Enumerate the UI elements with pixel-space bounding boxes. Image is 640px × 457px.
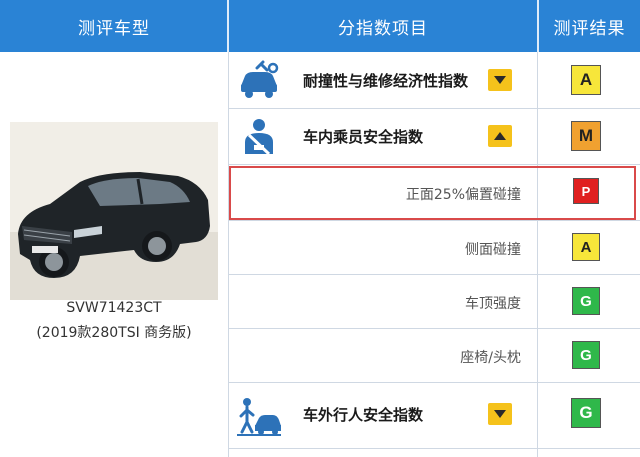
index-row-pedestrian: 车外行人安全指数 bbox=[229, 382, 537, 448]
sub-item-label: 座椅/头枕 bbox=[460, 350, 521, 366]
grade-badge: A bbox=[571, 65, 601, 95]
chevron-up-icon bbox=[494, 132, 506, 140]
result-cell: G bbox=[538, 382, 640, 448]
sub-item-row: 侧面碰撞 bbox=[229, 220, 537, 274]
header-index-items: 分指数项目 bbox=[338, 18, 428, 39]
grade-badge: G bbox=[572, 341, 600, 369]
result-cell: A bbox=[538, 220, 640, 274]
chevron-down-icon bbox=[494, 410, 506, 418]
result-cell: G bbox=[538, 274, 640, 328]
highlight-box bbox=[229, 166, 636, 220]
index-row-crashworthiness: 耐撞性与维修经济性指数 bbox=[229, 52, 537, 108]
result-cell: A bbox=[538, 52, 640, 108]
index-row-occupant: 车内乘员安全指数 bbox=[229, 108, 537, 164]
index-label: 车外行人安全指数 bbox=[303, 406, 424, 424]
pedestrian-car-icon bbox=[237, 398, 281, 436]
grade-badge: G bbox=[572, 287, 600, 315]
header-result: 测评结果 bbox=[553, 18, 626, 39]
collapse-toggle[interactable] bbox=[488, 69, 512, 91]
index-label: 耐撞性与维修经济性指数 bbox=[303, 72, 469, 90]
grade-badge: G bbox=[571, 398, 601, 428]
index-label: 车内乘员安全指数 bbox=[303, 128, 424, 146]
car-model-code: SVW71423CT bbox=[66, 300, 162, 316]
sub-item-label: 侧面碰撞 bbox=[465, 242, 521, 258]
collapse-toggle[interactable] bbox=[488, 403, 512, 425]
sub-item-row: 车顶强度 bbox=[229, 274, 537, 328]
car-photo bbox=[10, 122, 218, 300]
car-repair-icon bbox=[241, 60, 279, 98]
grade-badge: A bbox=[572, 233, 600, 261]
chevron-down-icon bbox=[494, 76, 506, 84]
expand-toggle[interactable] bbox=[488, 125, 512, 147]
car-year-trim: (2019款280TSI 商务版) bbox=[36, 325, 192, 341]
sub-item-row: 座椅/头枕 bbox=[229, 328, 537, 382]
seatbelt-occupant-icon bbox=[245, 119, 273, 156]
result-cell: M bbox=[538, 108, 640, 164]
table-header: 测评车型 分指数项目 测评结果 bbox=[0, 0, 640, 52]
grade-badge: M bbox=[571, 121, 601, 151]
sub-item-label: 车顶强度 bbox=[465, 296, 521, 312]
header-vehicle: 测评车型 bbox=[78, 18, 150, 39]
result-cell: G bbox=[538, 328, 640, 382]
